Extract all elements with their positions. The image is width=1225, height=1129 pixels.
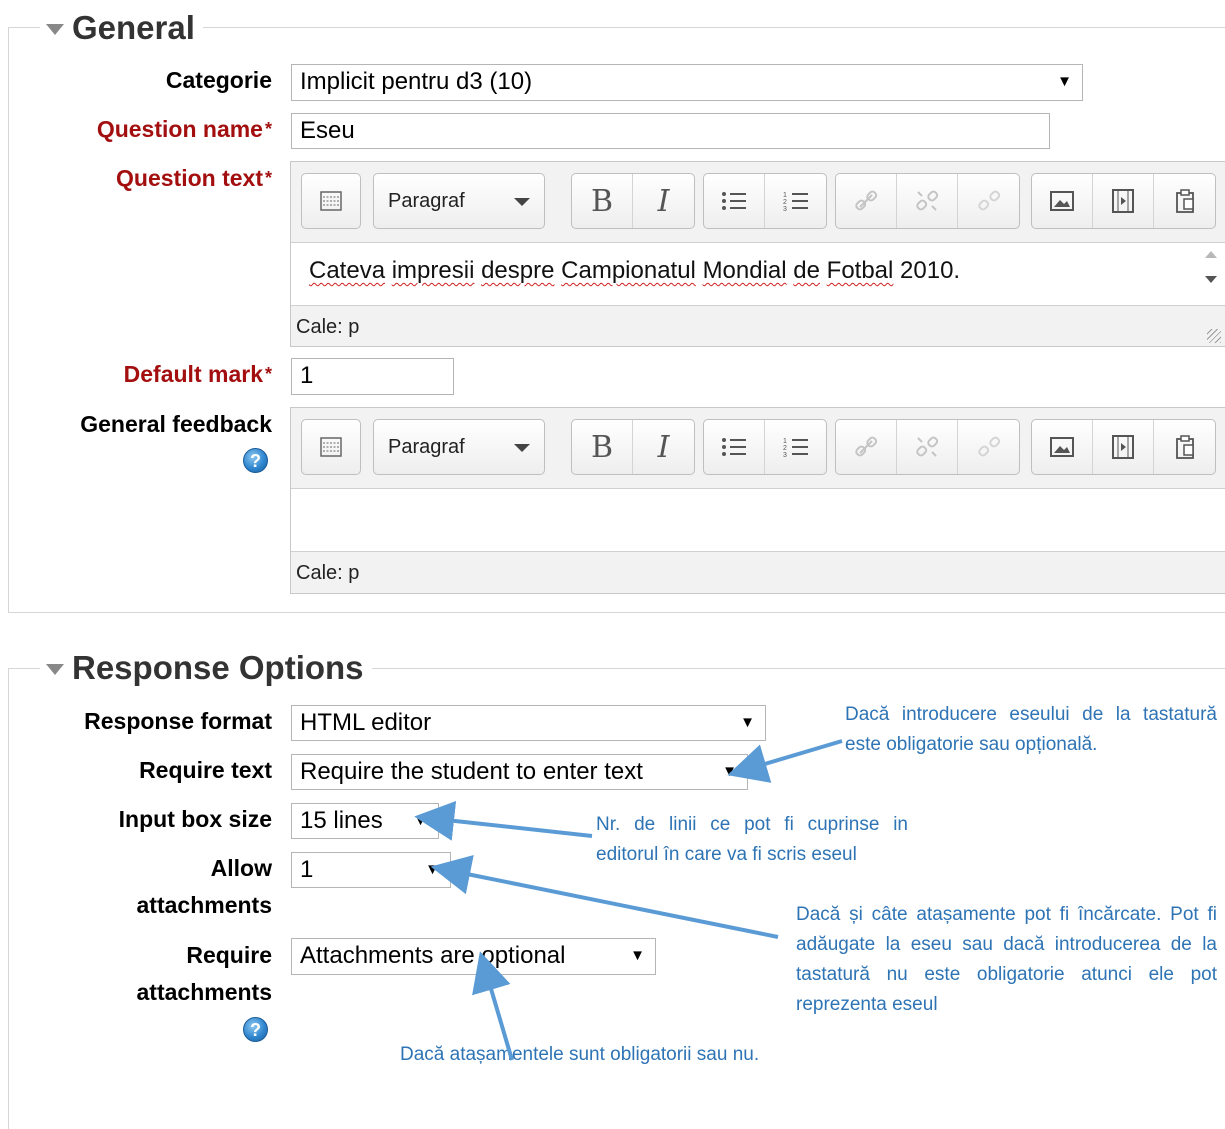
- arrow-input-box-size: [414, 800, 593, 841]
- arrow-require-attachments: [472, 951, 514, 1061]
- annotation-arrows: [414, 739, 843, 1061]
- arrow-allow-attachments: [430, 854, 779, 939]
- arrow-require-text: [727, 739, 843, 783]
